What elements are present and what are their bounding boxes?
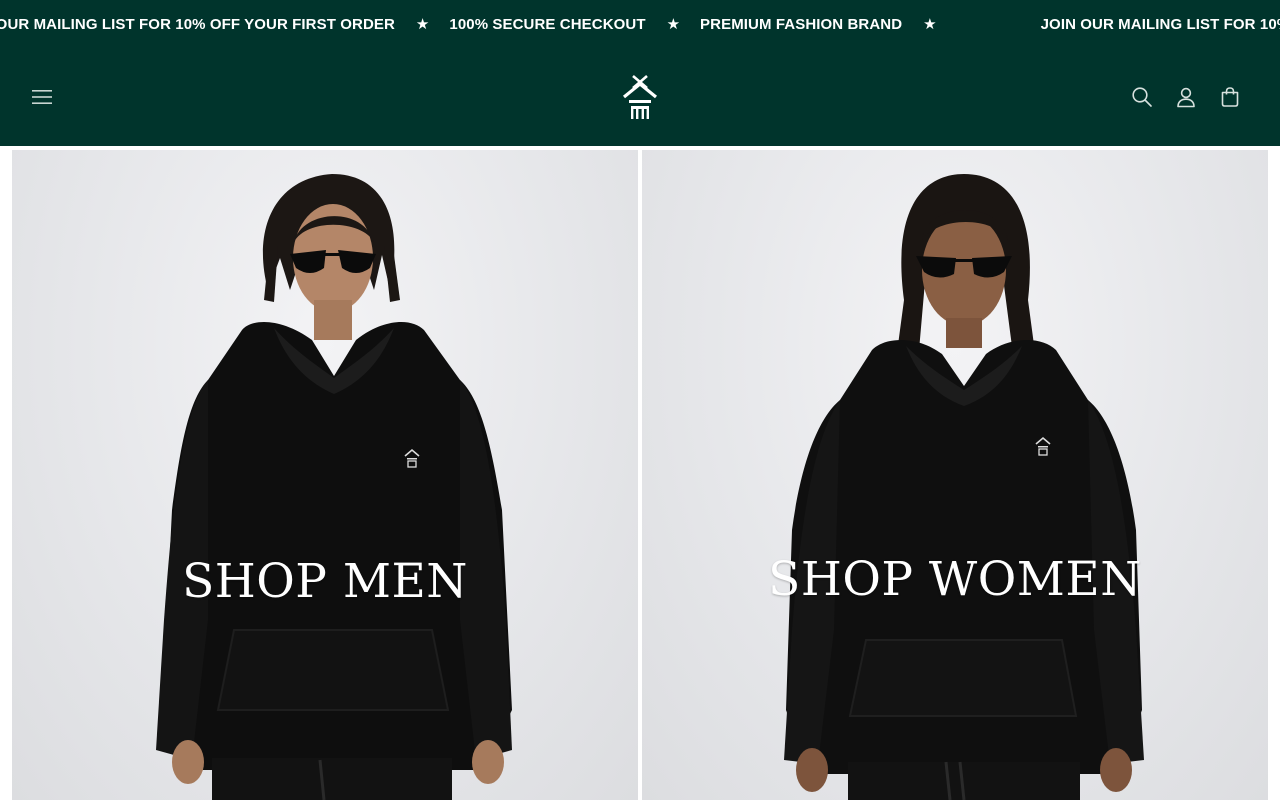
shop-women-tile[interactable]: SHOP WOMEN bbox=[642, 150, 1268, 800]
shop-men-tile[interactable]: SHOP MEN bbox=[12, 150, 638, 800]
hamburger-menu-icon bbox=[32, 90, 52, 104]
announcement-message: 100% SECURE CHECKOUT bbox=[449, 15, 646, 33]
announcement-message: JOIN OUR MAILING LIST FOR 10% OFF YOUR F… bbox=[1040, 15, 1280, 33]
men-model-image bbox=[156, 174, 512, 800]
women-model-image bbox=[784, 174, 1144, 800]
search-icon bbox=[1132, 87, 1152, 107]
shopping-bag-icon bbox=[1221, 87, 1239, 107]
search-button[interactable] bbox=[1129, 84, 1155, 110]
announcement-message: PREMIUM FASHION BRAND bbox=[700, 15, 903, 33]
star-separator-icon: ★ bbox=[415, 15, 430, 33]
brand-logo[interactable] bbox=[620, 73, 660, 121]
shop-women-label: SHOP WOMEN bbox=[768, 552, 1142, 607]
announcement-marquee: JOIN OUR MAILING LIST FOR 10% OFF YOUR F… bbox=[0, 0, 1280, 48]
star-separator-icon: ★ bbox=[666, 15, 681, 33]
shop-men-label: SHOP MEN bbox=[182, 554, 468, 609]
menu-button[interactable] bbox=[28, 83, 56, 111]
star-separator-icon: ★ bbox=[923, 15, 937, 33]
announcement-bar: JOIN OUR MAILING LIST FOR 10% OFF YOUR F… bbox=[0, 0, 1280, 48]
account-user-icon bbox=[1177, 87, 1195, 108]
site-header bbox=[0, 48, 1280, 146]
announcement-message: JOIN OUR MAILING LIST FOR 10% OFF YOUR F… bbox=[0, 15, 395, 33]
account-button[interactable] bbox=[1173, 84, 1199, 110]
house-logo-icon bbox=[622, 75, 658, 119]
cart-button[interactable] bbox=[1217, 84, 1243, 110]
